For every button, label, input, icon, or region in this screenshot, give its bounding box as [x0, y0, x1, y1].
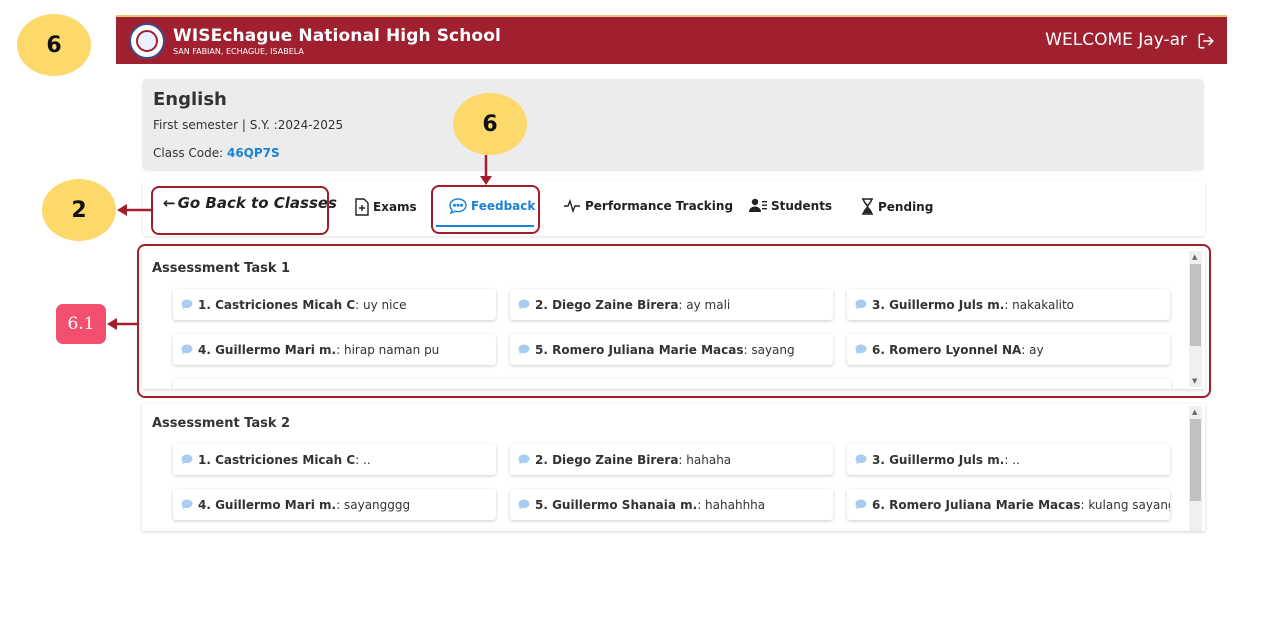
school-name: WISEchague National High School — [173, 25, 501, 46]
feedback-comment: : hahahhha — [697, 497, 766, 512]
feedback-comment: : .. — [355, 452, 371, 467]
tab-performance-label: Performance Tracking — [585, 199, 734, 213]
feedback-item: 5. Guillermo Shanaia m.: hahahhha — [510, 489, 833, 520]
student-name: 1. Castriciones Micah C — [198, 452, 356, 467]
comment-icon — [518, 454, 530, 465]
class-code: 46QP7S — [226, 146, 280, 160]
feedback-item: 1. Castriciones Micah C: uy nice — [173, 289, 496, 320]
welcome-text: WELCOME Jay-ar — [1045, 30, 1187, 50]
scroll-thumb[interactable] — [1190, 419, 1201, 501]
feedback-item: 5. Romero Juliana Marie Macas: sayang — [510, 334, 833, 365]
feedback-comment: : uy nice — [355, 297, 407, 312]
feedback-item: 2. Diego Zaine Birera: ay mali — [510, 289, 833, 320]
tab-feedback[interactable]: Feedback — [449, 198, 535, 214]
student-name: 3. Guillermo Juls m. — [872, 297, 1005, 312]
class-tabs: ← Go Back to Classes Exams Feedback Perf… — [143, 180, 1205, 236]
feedback-comment: : .. — [1004, 452, 1020, 467]
tab-exams[interactable]: Exams — [355, 198, 417, 216]
task-scrollbar[interactable]: ▲ ▼ — [1189, 251, 1202, 387]
scroll-down-icon[interactable]: ▼ — [1192, 377, 1197, 385]
annotation-badge-goback: 2 — [42, 179, 116, 241]
student-name: 4. Guillermo Mari m. — [198, 497, 337, 512]
comment-icon — [181, 499, 193, 510]
feedback-comment: : sayang — [743, 342, 795, 357]
student-name: 3. Guillermo Juls m. — [872, 452, 1005, 467]
student-name: 2. Diego Zaine Birera — [535, 297, 679, 312]
students-icon — [749, 198, 767, 212]
tab-performance-tracking[interactable]: Performance Tracking — [563, 199, 733, 213]
school-info: WISEchague National High School SAN FABI… — [173, 26, 501, 56]
comment-icon — [518, 299, 530, 310]
feedback-comment: : ay — [1021, 342, 1044, 357]
tab-pending[interactable]: Pending — [861, 198, 933, 215]
tab-pending-label: Pending — [878, 199, 934, 214]
annotation-badge-top: 6 — [17, 14, 91, 76]
comment-icon — [855, 344, 867, 355]
school-address: SAN FABIAN, ECHAGUE, ISABELA — [173, 46, 304, 56]
class-title: English — [153, 89, 227, 110]
annotation-badge-feedback: 6 — [453, 93, 527, 155]
tab-exams-label: Exams — [373, 200, 417, 214]
feedback-comment: : sayangggg — [336, 497, 411, 512]
feedback-comment: : hahaha — [678, 452, 732, 467]
tab-students[interactable]: Students — [749, 198, 832, 213]
student-name: 5. Guillermo Shanaia m. — [535, 497, 698, 512]
arrow-left-icon: ← — [163, 194, 176, 212]
feedback-comment: : kulang sayang — [1080, 497, 1170, 512]
feedback-item: 4. Guillermo Mari m.: hirap naman pu — [173, 334, 496, 365]
student-name: 4. Guillermo Mari m. — [198, 342, 337, 357]
student-name: 1. Castriciones Micah C — [198, 297, 356, 312]
hourglass-icon — [862, 198, 873, 215]
school-logo — [129, 22, 165, 59]
feedback-item: 4. Guillermo Mari m.: sayangggg — [173, 489, 496, 520]
feedback-item: 2. Diego Zaine Birera: hahaha — [510, 444, 833, 475]
feedback-item: 6. Romero Juliana Marie Macas: kulang sa… — [847, 489, 1170, 520]
comment-icon — [181, 299, 193, 310]
scroll-up-icon[interactable]: ▲ — [1192, 253, 1197, 261]
pulse-icon — [564, 199, 580, 213]
comment-icon — [518, 499, 530, 510]
scroll-up-icon[interactable]: ▲ — [1192, 408, 1197, 416]
feedback-item: 3. Guillermo Juls m.: .. — [847, 444, 1170, 475]
annotation-badge-task: 6.1 — [56, 304, 106, 344]
assessment-task-panel-2: Assessment Task 2 1. Castriciones Micah … — [142, 404, 1205, 531]
tab-feedback-label: Feedback — [471, 199, 536, 213]
active-tab-indicator — [436, 225, 534, 227]
feedback-comment: : hirap naman pu — [336, 342, 440, 357]
comment-icon — [855, 454, 867, 465]
feedback-comment: : nakakalito — [1004, 297, 1075, 312]
app-header: WISEchague National High School SAN FABI… — [116, 15, 1227, 64]
feedback-item: 6. Romero Lyonnel NA: ay — [847, 334, 1170, 365]
class-code-label: Class Code: — [153, 146, 227, 160]
exam-icon — [355, 198, 369, 216]
arrow-left-icon — [107, 318, 139, 330]
task-scrollbar[interactable]: ▲ — [1189, 406, 1202, 531]
assessment-task-panel-1: Assessment Task 1 1. Castriciones Micah … — [142, 249, 1205, 389]
comment-icon — [518, 344, 530, 355]
student-name: 5. Romero Juliana Marie Macas — [535, 342, 744, 357]
student-name: 2. Diego Zaine Birera — [535, 452, 679, 467]
go-back-label: Go Back to Classes — [177, 194, 337, 212]
logout-icon[interactable] — [1197, 32, 1215, 54]
task-title: Assessment Task 1 — [152, 261, 291, 276]
comment-icon — [855, 299, 867, 310]
student-name: 6. Romero Lyonnel NA — [872, 342, 1022, 357]
student-name: 6. Romero Juliana Marie Macas — [872, 497, 1081, 512]
tab-students-label: Students — [771, 198, 833, 213]
scroll-thumb[interactable] — [1190, 264, 1201, 346]
comment-icon — [855, 499, 867, 510]
class-code-row: Class Code: 46QP7S — [153, 146, 280, 160]
chat-icon — [449, 198, 467, 214]
feedback-item: 3. Guillermo Juls m.: nakakalito — [847, 289, 1170, 320]
feedback-item-partial — [173, 379, 1171, 389]
comment-icon — [181, 454, 193, 465]
class-semester: First semester | S.Y. :2024-2025 — [153, 118, 344, 132]
feedback-item: 1. Castriciones Micah C: .. — [173, 444, 496, 475]
task-title: Assessment Task 2 — [152, 416, 291, 431]
feedback-comment: : ay mali — [678, 297, 731, 312]
class-info-card: English First semester | S.Y. :2024-2025… — [143, 79, 1203, 169]
go-back-button[interactable]: ← Go Back to Classes — [163, 194, 337, 212]
comment-icon — [181, 344, 193, 355]
